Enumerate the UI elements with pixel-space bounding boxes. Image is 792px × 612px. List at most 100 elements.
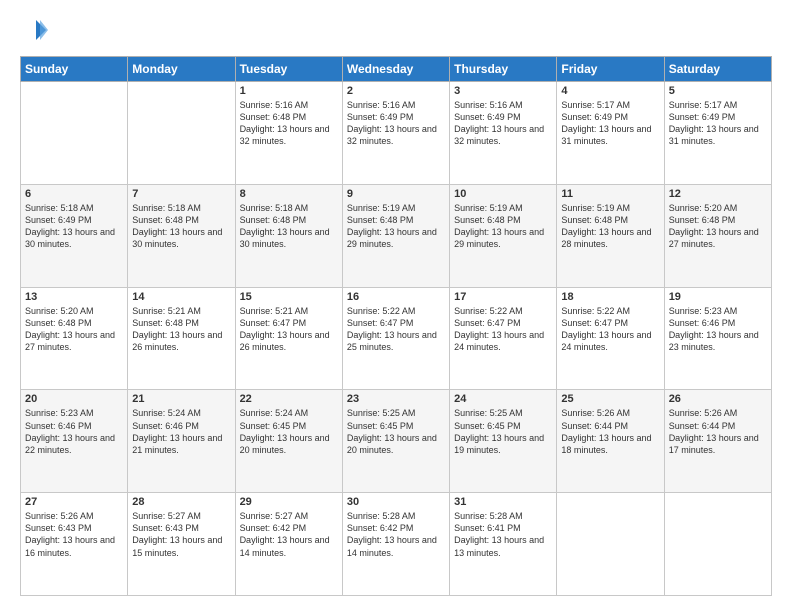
calendar-cell: 7 Sunrise: 5:18 AM Sunset: 6:48 PM Daylig… — [128, 184, 235, 287]
day-number: 21 — [132, 393, 230, 405]
calendar-cell: 9 Sunrise: 5:19 AM Sunset: 6:48 PM Daylig… — [342, 184, 449, 287]
dow-header-saturday: Saturday — [664, 57, 771, 82]
day-number: 1 — [240, 85, 338, 97]
calendar-cell — [21, 82, 128, 185]
day-number: 15 — [240, 291, 338, 303]
logo-icon — [20, 16, 48, 44]
dow-header-thursday: Thursday — [450, 57, 557, 82]
calendar-cell: 4 Sunrise: 5:17 AM Sunset: 6:49 PM Daylig… — [557, 82, 664, 185]
day-detail: Sunrise: 5:26 AM Sunset: 6:44 PM Dayligh… — [669, 407, 767, 456]
day-detail: Sunrise: 5:25 AM Sunset: 6:45 PM Dayligh… — [454, 407, 552, 456]
header — [20, 16, 772, 44]
day-number: 14 — [132, 291, 230, 303]
day-detail: Sunrise: 5:18 AM Sunset: 6:48 PM Dayligh… — [240, 202, 338, 251]
calendar-cell: 20 Sunrise: 5:23 AM Sunset: 6:46 PM Dayli… — [21, 390, 128, 493]
day-detail: Sunrise: 5:17 AM Sunset: 6:49 PM Dayligh… — [669, 99, 767, 148]
calendar-cell: 26 Sunrise: 5:26 AM Sunset: 6:44 PM Dayli… — [664, 390, 771, 493]
calendar-cell: 1 Sunrise: 5:16 AM Sunset: 6:48 PM Daylig… — [235, 82, 342, 185]
day-number: 31 — [454, 496, 552, 508]
day-of-week-row: SundayMondayTuesdayWednesdayThursdayFrid… — [21, 57, 772, 82]
day-detail: Sunrise: 5:26 AM Sunset: 6:43 PM Dayligh… — [25, 510, 123, 559]
day-detail: Sunrise: 5:17 AM Sunset: 6:49 PM Dayligh… — [561, 99, 659, 148]
day-detail: Sunrise: 5:22 AM Sunset: 6:47 PM Dayligh… — [561, 305, 659, 354]
calendar-cell: 18 Sunrise: 5:22 AM Sunset: 6:47 PM Dayli… — [557, 287, 664, 390]
calendar-cell: 12 Sunrise: 5:20 AM Sunset: 6:48 PM Dayli… — [664, 184, 771, 287]
day-number: 10 — [454, 188, 552, 200]
day-detail: Sunrise: 5:16 AM Sunset: 6:48 PM Dayligh… — [240, 99, 338, 148]
day-detail: Sunrise: 5:24 AM Sunset: 6:46 PM Dayligh… — [132, 407, 230, 456]
calendar-cell: 30Sunrise: 5:28 AM Sunset: 6:42 PM Dayli… — [342, 493, 449, 596]
calendar-cell: 21 Sunrise: 5:24 AM Sunset: 6:46 PM Dayli… — [128, 390, 235, 493]
day-detail: Sunrise: 5:19 AM Sunset: 6:48 PM Dayligh… — [454, 202, 552, 251]
day-detail: Sunrise: 5:19 AM Sunset: 6:48 PM Dayligh… — [561, 202, 659, 251]
day-detail: Sunrise: 5:20 AM Sunset: 6:48 PM Dayligh… — [25, 305, 123, 354]
day-number: 12 — [669, 188, 767, 200]
calendar-table: SundayMondayTuesdayWednesdayThursdayFrid… — [20, 56, 772, 596]
calendar-cell: 29Sunrise: 5:27 AM Sunset: 6:42 PM Dayli… — [235, 493, 342, 596]
day-number: 30 — [347, 496, 445, 508]
day-detail: Sunrise: 5:18 AM Sunset: 6:48 PM Dayligh… — [132, 202, 230, 251]
dow-header-tuesday: Tuesday — [235, 57, 342, 82]
day-number: 25 — [561, 393, 659, 405]
calendar-cell — [128, 82, 235, 185]
calendar-cell: 15 Sunrise: 5:21 AM Sunset: 6:47 PM Dayli… — [235, 287, 342, 390]
calendar-cell: 23Sunrise: 5:25 AM Sunset: 6:45 PM Dayli… — [342, 390, 449, 493]
day-detail: Sunrise: 5:24 AM Sunset: 6:45 PM Dayligh… — [240, 407, 338, 456]
day-detail: Sunrise: 5:21 AM Sunset: 6:47 PM Dayligh… — [240, 305, 338, 354]
day-detail: Sunrise: 5:26 AM Sunset: 6:44 PM Dayligh… — [561, 407, 659, 456]
day-number: 27 — [25, 496, 123, 508]
calendar-cell: 3Sunrise: 5:16 AM Sunset: 6:49 PM Daylig… — [450, 82, 557, 185]
day-number: 6 — [25, 188, 123, 200]
calendar-cell: 28Sunrise: 5:27 AM Sunset: 6:43 PM Dayli… — [128, 493, 235, 596]
dow-header-sunday: Sunday — [21, 57, 128, 82]
dow-header-monday: Monday — [128, 57, 235, 82]
day-detail: Sunrise: 5:22 AM Sunset: 6:47 PM Dayligh… — [347, 305, 445, 354]
day-detail: Sunrise: 5:21 AM Sunset: 6:48 PM Dayligh… — [132, 305, 230, 354]
calendar-cell: 5 Sunrise: 5:17 AM Sunset: 6:49 PM Daylig… — [664, 82, 771, 185]
week-row-4: 20 Sunrise: 5:23 AM Sunset: 6:46 PM Dayli… — [21, 390, 772, 493]
logo — [20, 16, 52, 44]
calendar-cell: 16 Sunrise: 5:22 AM Sunset: 6:47 PM Dayli… — [342, 287, 449, 390]
day-number: 9 — [347, 188, 445, 200]
day-detail: Sunrise: 5:16 AM Sunset: 6:49 PM Dayligh… — [347, 99, 445, 148]
day-detail: Sunrise: 5:22 AM Sunset: 6:47 PM Dayligh… — [454, 305, 552, 354]
day-number: 5 — [669, 85, 767, 97]
day-detail: Sunrise: 5:23 AM Sunset: 6:46 PM Dayligh… — [669, 305, 767, 354]
day-detail: Sunrise: 5:18 AM Sunset: 6:49 PM Dayligh… — [25, 202, 123, 251]
calendar-cell: 11 Sunrise: 5:19 AM Sunset: 6:48 PM Dayli… — [557, 184, 664, 287]
day-number: 7 — [132, 188, 230, 200]
day-number: 16 — [347, 291, 445, 303]
calendar-body: 1 Sunrise: 5:16 AM Sunset: 6:48 PM Daylig… — [21, 82, 772, 596]
day-number: 4 — [561, 85, 659, 97]
day-number: 20 — [25, 393, 123, 405]
day-number: 11 — [561, 188, 659, 200]
calendar-cell: 25 Sunrise: 5:26 AM Sunset: 6:44 PM Dayli… — [557, 390, 664, 493]
dow-header-wednesday: Wednesday — [342, 57, 449, 82]
calendar-cell — [557, 493, 664, 596]
day-number: 13 — [25, 291, 123, 303]
day-detail: Sunrise: 5:25 AM Sunset: 6:45 PM Dayligh… — [347, 407, 445, 456]
day-number: 29 — [240, 496, 338, 508]
dow-header-friday: Friday — [557, 57, 664, 82]
week-row-5: 27 Sunrise: 5:26 AM Sunset: 6:43 PM Dayli… — [21, 493, 772, 596]
calendar-cell: 8 Sunrise: 5:18 AM Sunset: 6:48 PM Daylig… — [235, 184, 342, 287]
calendar-cell: 24Sunrise: 5:25 AM Sunset: 6:45 PM Dayli… — [450, 390, 557, 493]
day-detail: Sunrise: 5:20 AM Sunset: 6:48 PM Dayligh… — [669, 202, 767, 251]
day-detail: Sunrise: 5:23 AM Sunset: 6:46 PM Dayligh… — [25, 407, 123, 456]
day-number: 19 — [669, 291, 767, 303]
day-detail: Sunrise: 5:27 AM Sunset: 6:43 PM Dayligh… — [132, 510, 230, 559]
day-detail: Sunrise: 5:28 AM Sunset: 6:41 PM Dayligh… — [454, 510, 552, 559]
day-detail: Sunrise: 5:16 AM Sunset: 6:49 PM Dayligh… — [454, 99, 552, 148]
calendar-cell: 31 Sunrise: 5:28 AM Sunset: 6:41 PM Dayli… — [450, 493, 557, 596]
week-row-2: 6 Sunrise: 5:18 AM Sunset: 6:49 PM Daylig… — [21, 184, 772, 287]
day-number: 8 — [240, 188, 338, 200]
week-row-3: 13 Sunrise: 5:20 AM Sunset: 6:48 PM Dayli… — [21, 287, 772, 390]
calendar-cell — [664, 493, 771, 596]
day-number: 26 — [669, 393, 767, 405]
calendar-cell: 13 Sunrise: 5:20 AM Sunset: 6:48 PM Dayli… — [21, 287, 128, 390]
day-detail: Sunrise: 5:19 AM Sunset: 6:48 PM Dayligh… — [347, 202, 445, 251]
calendar-cell: 14 Sunrise: 5:21 AM Sunset: 6:48 PM Dayli… — [128, 287, 235, 390]
calendar-cell: 17Sunrise: 5:22 AM Sunset: 6:47 PM Dayli… — [450, 287, 557, 390]
day-number: 18 — [561, 291, 659, 303]
page: SundayMondayTuesdayWednesdayThursdayFrid… — [0, 0, 792, 612]
